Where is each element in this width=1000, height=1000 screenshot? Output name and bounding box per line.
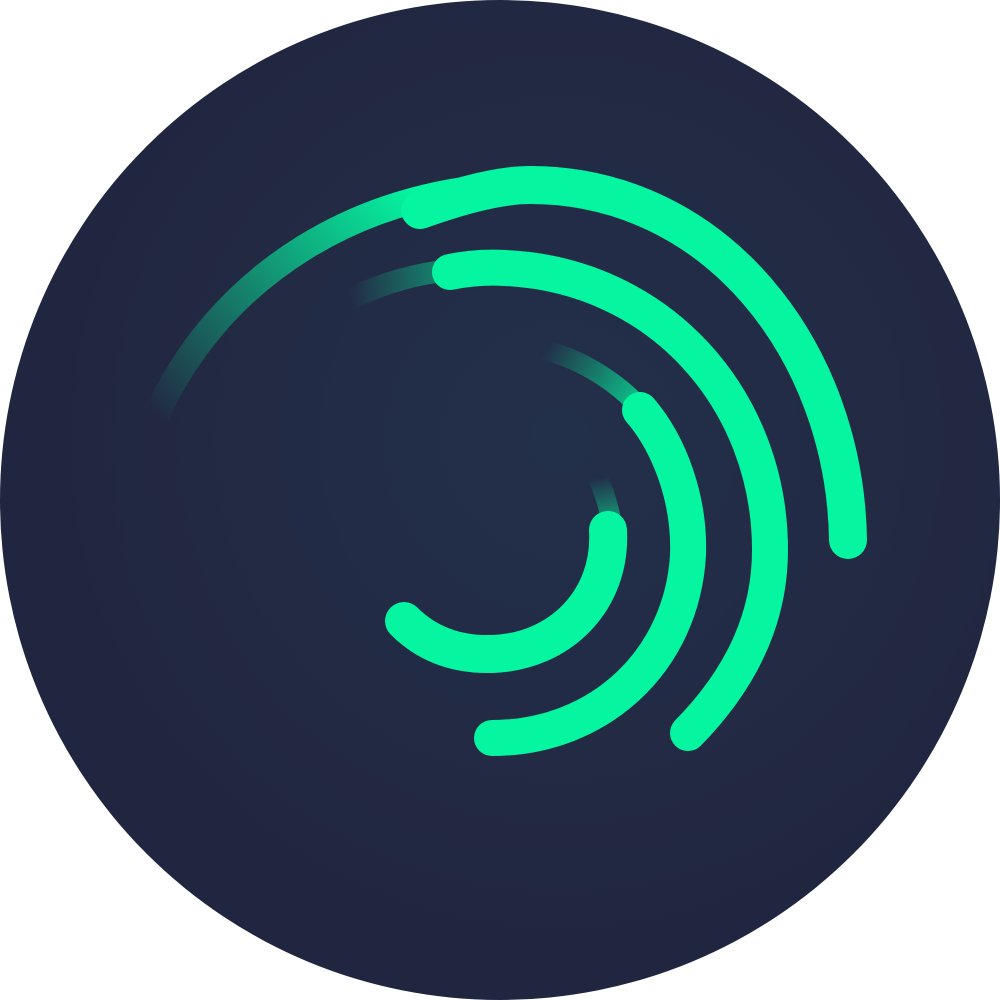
logo-canvas (0, 0, 1000, 1000)
spiral-arcs-logo-icon (0, 0, 1000, 1000)
